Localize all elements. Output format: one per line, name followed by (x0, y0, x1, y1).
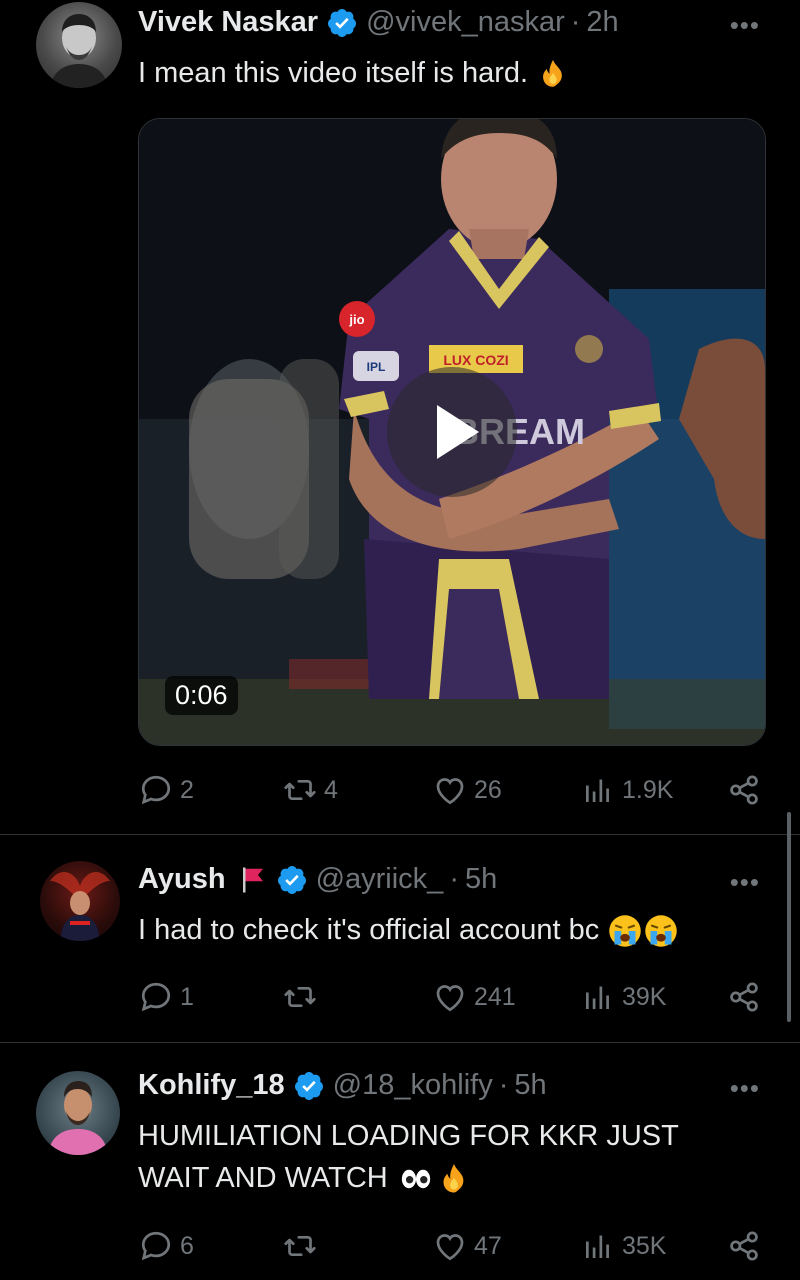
views-count: 1.9K (622, 775, 674, 804)
tweet-actions: 1 241 39K (138, 975, 770, 1019)
fire-emoji-icon (536, 57, 570, 91)
author-name[interactable]: Kohlify_18 (138, 1069, 285, 1102)
tweet-text: HUMILIATION LOADING FOR KKR JUST WAIT AN… (138, 1115, 679, 1199)
author-name[interactable]: Vivek Naskar (138, 6, 318, 39)
reply-count: 2 (180, 775, 194, 804)
heart-icon (432, 979, 468, 1015)
fire-emoji-icon (436, 1161, 472, 1197)
avatar-image (48, 1081, 108, 1155)
views-button[interactable]: 1.9K (580, 768, 673, 812)
repost-button[interactable]: 4 (282, 768, 338, 812)
tweet-2[interactable]: Ayush @ayriick_ · 5h ••• I had to check … (0, 835, 800, 1040)
tweet-text-content: I mean this video itself is hard. (138, 57, 529, 89)
like-count: 241 (474, 982, 516, 1011)
avatar-image (50, 14, 108, 88)
views-button[interactable]: 39K (580, 975, 666, 1019)
share-button[interactable] (726, 975, 768, 1019)
views-icon (580, 1228, 616, 1264)
share-button[interactable] (726, 768, 768, 812)
tweet-text: I had to check it's official account bc (138, 909, 679, 951)
reply-count: 6 (180, 1231, 194, 1260)
repost-icon (282, 979, 318, 1015)
more-options-button[interactable]: ••• (730, 10, 760, 41)
play-button[interactable] (387, 367, 517, 497)
more-options-button[interactable]: ••• (730, 1073, 760, 1104)
tweet-actions: 6 47 35K (138, 1224, 770, 1268)
jersey-sponsor-label: LUX COZI (443, 352, 508, 368)
video-player[interactable]: jio IPL LUX COZI BREAM 0:06 (138, 118, 766, 746)
crying-face-emoji-icon (643, 913, 679, 949)
tweet-1[interactable]: Vivek Naskar @vivek_naskar · 2h ••• I me… (0, 0, 800, 834)
ipl-logo-text: IPL (367, 360, 386, 374)
avatar[interactable] (36, 1071, 120, 1155)
reply-button[interactable]: 2 (138, 768, 194, 812)
like-count: 47 (474, 1231, 502, 1260)
separator: · (570, 6, 581, 38)
verified-badge-icon (326, 7, 358, 39)
eyes-emoji-icon (396, 1162, 436, 1196)
share-button[interactable] (726, 1224, 768, 1268)
verified-badge-icon (293, 1070, 325, 1102)
views-count: 39K (622, 982, 667, 1011)
separator: · (449, 863, 459, 895)
author-handle[interactable]: @18_kohlify (333, 1069, 493, 1102)
reply-count: 1 (180, 982, 194, 1011)
heart-icon (432, 1228, 468, 1264)
like-count: 26 (474, 775, 502, 804)
play-icon (437, 405, 479, 459)
tweet-text: I mean this video itself is hard. (138, 52, 570, 94)
red-flag-icon (238, 865, 268, 895)
more-options-button[interactable]: ••• (730, 867, 760, 898)
tweet-text-content: I had to check it's official account bc (138, 914, 600, 946)
timestamp[interactable]: 5h (514, 1069, 546, 1102)
tweet-text-line: WAIT AND WATCH (138, 1162, 388, 1194)
repost-button[interactable] (282, 1224, 324, 1268)
like-button[interactable]: 47 (432, 1224, 502, 1268)
verified-badge-icon (276, 864, 308, 896)
timestamp[interactable]: 2h (586, 6, 618, 39)
heart-icon (432, 772, 468, 808)
reply-button[interactable]: 1 (138, 975, 194, 1019)
like-button[interactable]: 241 (432, 975, 516, 1019)
views-button[interactable]: 35K (580, 1224, 666, 1268)
author-handle[interactable]: @ayriick_ (316, 863, 444, 896)
views-count: 35K (622, 1231, 667, 1260)
views-icon (580, 979, 616, 1015)
tweet-text-line: HUMILIATION LOADING FOR KKR JUST (138, 1120, 679, 1152)
repost-icon (282, 772, 318, 808)
like-button[interactable]: 26 (432, 768, 502, 812)
timestamp[interactable]: 5h (465, 863, 497, 896)
avatar-image (50, 871, 110, 941)
crying-face-emoji-icon (607, 913, 643, 949)
views-icon (580, 772, 616, 808)
avatar[interactable] (36, 2, 122, 88)
reply-button[interactable]: 6 (138, 1224, 194, 1268)
tweet-3[interactable]: Kohlify_18 @18_kohlify · 5h ••• HUMILIAT… (0, 1043, 800, 1280)
share-icon (726, 1228, 762, 1264)
jio-logo-text: jio (348, 312, 364, 327)
reply-icon (138, 1228, 174, 1264)
share-icon (726, 772, 762, 808)
author-name[interactable]: Ayush (138, 863, 226, 896)
author-handle[interactable]: @vivek_naskar (366, 6, 565, 39)
separator: · (498, 1069, 509, 1101)
tweet-actions: 2 4 26 1.9K (138, 768, 770, 812)
scrollbar[interactable] (787, 812, 791, 1022)
reply-icon (138, 772, 174, 808)
repost-count: 4 (324, 775, 338, 804)
share-icon (726, 979, 762, 1015)
avatar[interactable] (40, 861, 120, 941)
video-duration-badge: 0:06 (165, 676, 238, 715)
repost-icon (282, 1228, 318, 1264)
repost-button[interactable] (282, 975, 324, 1019)
reply-icon (138, 979, 174, 1015)
